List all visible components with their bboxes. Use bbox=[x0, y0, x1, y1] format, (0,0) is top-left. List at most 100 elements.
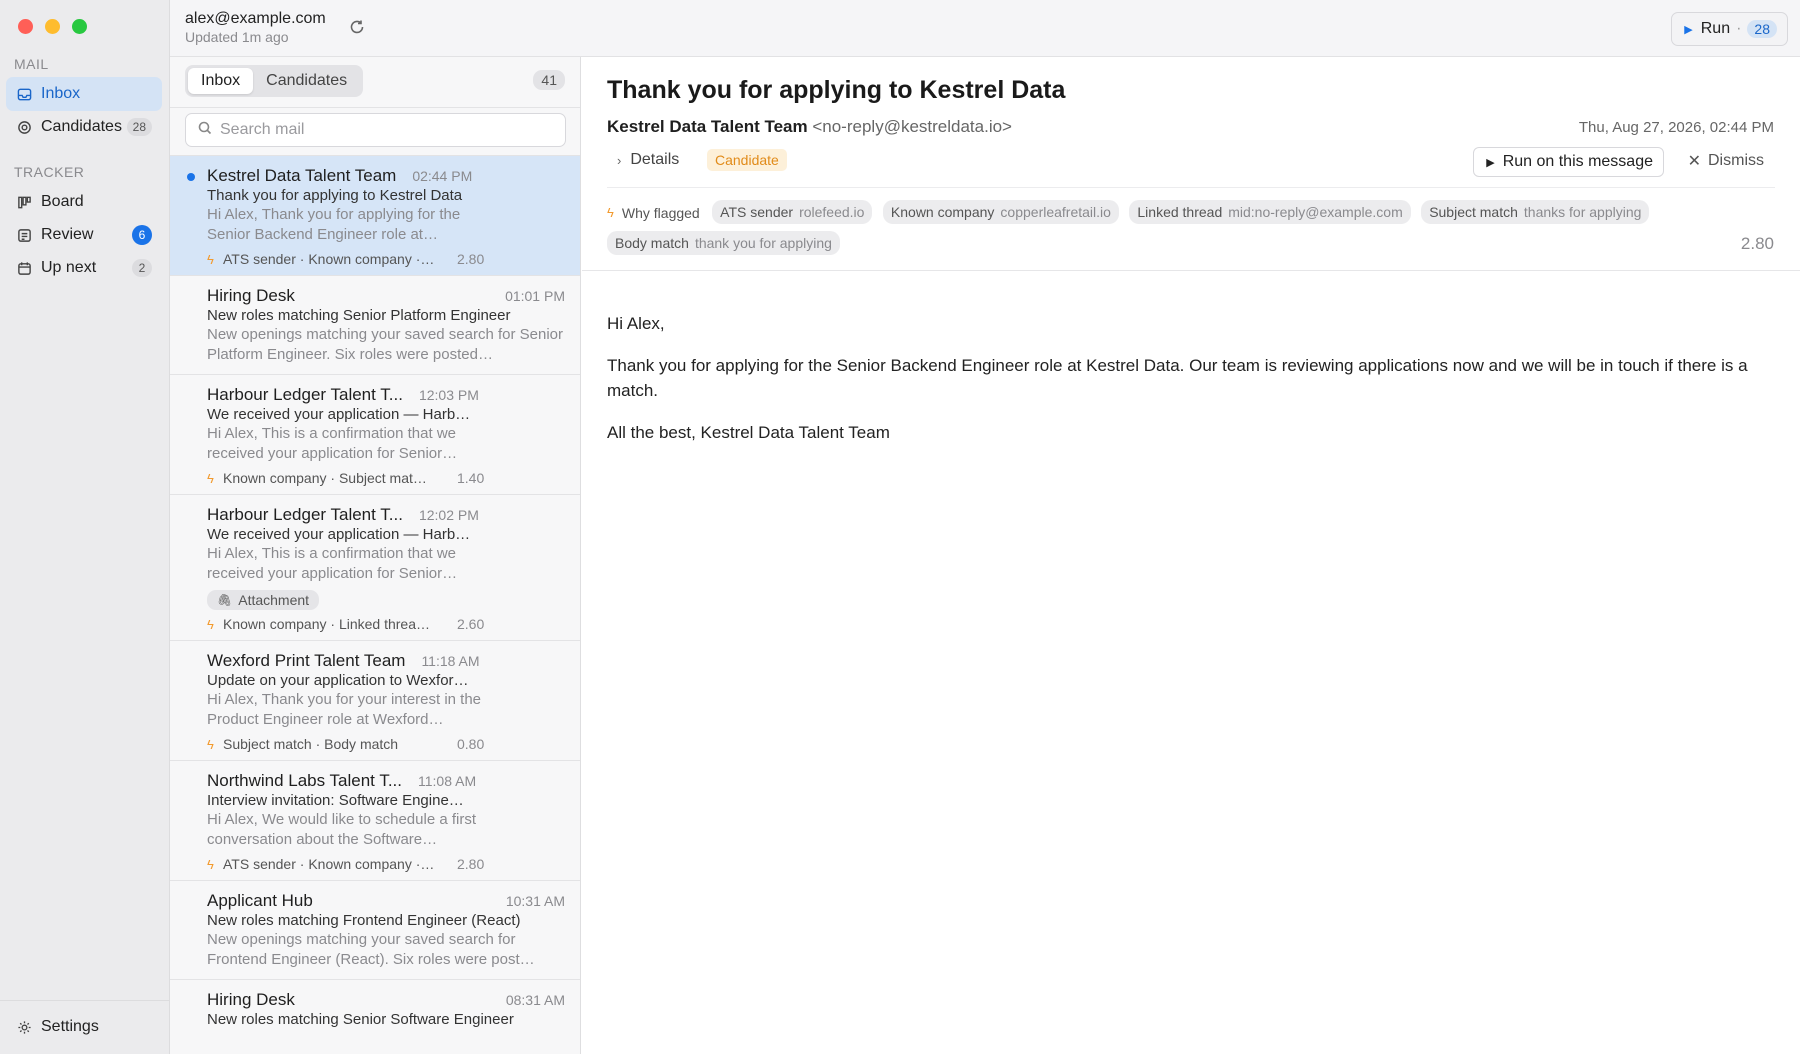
bolt-icon: ϟ bbox=[207, 251, 214, 267]
flag-score: 2.80 bbox=[1740, 234, 1774, 253]
message-preview: Hi Alex, Thank you for your interest in … bbox=[207, 691, 482, 728]
flag-tags: ATS sender · Known company ·… bbox=[223, 856, 435, 872]
sidebar-item-review[interactable]: Review 6 bbox=[6, 218, 162, 252]
separator-dot: · bbox=[1736, 20, 1742, 37]
tab-inbox[interactable]: Inbox bbox=[188, 68, 254, 94]
paperclip-icon: 🖇 bbox=[217, 593, 233, 607]
message-count-badge: 41 bbox=[533, 70, 565, 90]
sidebar-item-board[interactable]: Board bbox=[6, 185, 162, 219]
message-list-item[interactable]: Kestrel Data Talent Team 02:44 PM Thank yo… bbox=[170, 155, 580, 275]
message-subject: New roles matching Frontend Engineer (Re… bbox=[207, 912, 521, 929]
zoom-window-button[interactable] bbox=[72, 19, 87, 34]
message-list-item[interactable]: Applicant Hub 10:31 AM New roles matching … bbox=[170, 880, 580, 979]
close-icon: ✕ bbox=[1687, 153, 1701, 170]
sidebar-item-label: Candidates bbox=[41, 118, 122, 135]
flag-score: 2.80 bbox=[457, 251, 485, 267]
message-subject: New roles matching Senior Software Engin… bbox=[207, 1011, 514, 1028]
close-window-button[interactable] bbox=[18, 19, 33, 34]
row-header: Harbour Ledger Talent T... 12:02 PM bbox=[207, 505, 565, 525]
flag-key: Subject match bbox=[1429, 204, 1518, 220]
flag-summary: ϟ ATS sender · Known company ·… 2.80 bbox=[207, 249, 565, 269]
flag-chip: Known company copperleafretail.io bbox=[882, 200, 1119, 224]
attachment-label: Attachment bbox=[238, 592, 310, 608]
message-sender: Hiring Desk bbox=[207, 286, 295, 305]
run-on-message-button[interactable]: ▶ Run on this message bbox=[1473, 147, 1664, 177]
details-toggle[interactable]: › Details bbox=[617, 151, 679, 169]
body-paragraph: Hi Alex, bbox=[607, 314, 665, 333]
flag-value: copperleafretail.io bbox=[1000, 204, 1111, 220]
sync-status: Updated 1m ago bbox=[185, 29, 289, 45]
row-header: Northwind Labs Talent T... 11:08 AM bbox=[207, 771, 565, 791]
message-sender: Harbour Ledger Talent T... bbox=[207, 505, 403, 524]
message-preview: Hi Alex, We would like to schedule a fir… bbox=[207, 811, 477, 848]
message-reader: Thank you for applying to Kestrel Data K… bbox=[582, 57, 1800, 1054]
flag-key: Linked thread bbox=[1137, 204, 1223, 220]
settings-label: Settings bbox=[41, 1018, 99, 1035]
message-time: 12:03 PM bbox=[418, 387, 479, 403]
message-time: 02:44 PM bbox=[412, 168, 473, 184]
gear-icon bbox=[16, 1019, 32, 1035]
message-subject: Update on your application to Wexfor… bbox=[207, 672, 469, 689]
sidebar-item-label: Up next bbox=[41, 259, 97, 276]
dismiss-button[interactable]: ✕ Dismiss bbox=[1688, 151, 1764, 171]
window-controls bbox=[18, 19, 87, 34]
inbox-icon bbox=[16, 86, 32, 102]
minimize-window-button[interactable] bbox=[45, 19, 60, 34]
flag-summary: ϟ Known company · Subject mat… 1.40 bbox=[207, 468, 565, 488]
body-paragraph: Thank you for applying for the Senior Ba… bbox=[607, 356, 1748, 400]
message-list-item[interactable]: Hiring Desk 08:31 AM New roles matching Se… bbox=[170, 979, 580, 1037]
message-list: Kestrel Data Talent Team 02:44 PM Thank yo… bbox=[170, 155, 580, 1037]
row-header: Hiring Desk 08:31 AM bbox=[207, 990, 565, 1010]
message-preview: New openings matching your saved search … bbox=[207, 931, 535, 968]
bolt-icon: ϟ bbox=[607, 205, 614, 220]
row-header: Wexford Print Talent Team 11:18 AM bbox=[207, 651, 565, 671]
sidebar-item-label: Board bbox=[41, 193, 84, 210]
mail-app: MAIL Inbox Candidates 28 TRACKER Board R… bbox=[0, 0, 1800, 1054]
divider bbox=[582, 270, 1800, 271]
flag-score: 2.80 bbox=[457, 856, 485, 872]
sidebar-item-inbox[interactable]: Inbox bbox=[6, 77, 162, 111]
play-icon: ▶ bbox=[1486, 156, 1495, 169]
message-body: Hi Alex, Thank you for applying for the … bbox=[607, 311, 1774, 462]
flag-score: 1.40 bbox=[457, 470, 485, 486]
flag-chip: Linked thread mid:no-reply@example.com bbox=[1129, 200, 1411, 224]
run-button[interactable]: ▶ Run · 28 bbox=[1671, 12, 1788, 46]
run-count-badge: 28 bbox=[1747, 20, 1777, 38]
sidebar-item-candidates[interactable]: Candidates 28 bbox=[6, 110, 162, 144]
sidebar-item-up-next[interactable]: Up next 2 bbox=[6, 251, 162, 285]
target-icon bbox=[16, 119, 32, 135]
why-flagged-text: Why flagged bbox=[621, 204, 700, 221]
message-preview: New openings matching your saved search … bbox=[207, 326, 564, 363]
message-sender: Hiring Desk bbox=[207, 990, 295, 1009]
divider bbox=[607, 187, 1775, 188]
message-subject: New roles matching Senior Platform Engin… bbox=[207, 307, 511, 324]
message-list-item[interactable]: Harbour Ledger Talent T... 12:02 PM We rec… bbox=[170, 494, 580, 640]
message-list-item[interactable]: Northwind Labs Talent T... 11:08 AM Interv… bbox=[170, 760, 580, 880]
message-list-item[interactable]: Hiring Desk 01:01 PM New roles matching Se… bbox=[170, 275, 580, 374]
message-preview: Hi Alex, This is a confirmation that we … bbox=[207, 425, 458, 462]
play-icon: ▶ bbox=[1684, 23, 1693, 36]
message-list-pane: Inbox Candidates 41 Kestrel Data Talent … bbox=[170, 57, 581, 1054]
search-input[interactable] bbox=[220, 121, 540, 139]
message-subject: Interview invitation: Software Engine… bbox=[207, 792, 464, 809]
dismiss-label: Dismiss bbox=[1708, 152, 1764, 169]
why-flagged-label: ϟ Why flagged bbox=[607, 201, 700, 225]
refresh-icon[interactable] bbox=[348, 18, 366, 36]
flag-chip: Body match thank you for applying bbox=[607, 231, 840, 255]
settings-button[interactable]: Settings bbox=[6, 1010, 162, 1044]
flag-chip: ATS sender rolefeed.io bbox=[712, 200, 873, 224]
search-box[interactable] bbox=[185, 113, 566, 147]
flag-value: mid:no-reply@example.com bbox=[1228, 204, 1403, 220]
message-list-item[interactable]: Harbour Ledger Talent T... 12:03 PM We rec… bbox=[170, 374, 580, 494]
message-preview: Hi Alex, This is a confirmation that we … bbox=[207, 545, 458, 582]
message-list-item[interactable]: Wexford Print Talent Team 11:18 AM Update … bbox=[170, 640, 580, 760]
bolt-icon: ϟ bbox=[207, 736, 214, 752]
message-time: 11:08 AM bbox=[418, 773, 477, 789]
flag-tags: Known company · Linked threa… bbox=[223, 616, 430, 632]
bolt-icon: ϟ bbox=[207, 616, 214, 632]
message-subject: Thank you for applying to Kestrel Data bbox=[207, 187, 463, 204]
message-time: 12:02 PM bbox=[418, 507, 479, 523]
toolbar: alex@example.com Updated 1m ago ▶ Run · … bbox=[170, 0, 1800, 57]
tab-candidates[interactable]: Candidates bbox=[253, 68, 360, 94]
message-subject: We received your application — Harb… bbox=[207, 406, 471, 423]
